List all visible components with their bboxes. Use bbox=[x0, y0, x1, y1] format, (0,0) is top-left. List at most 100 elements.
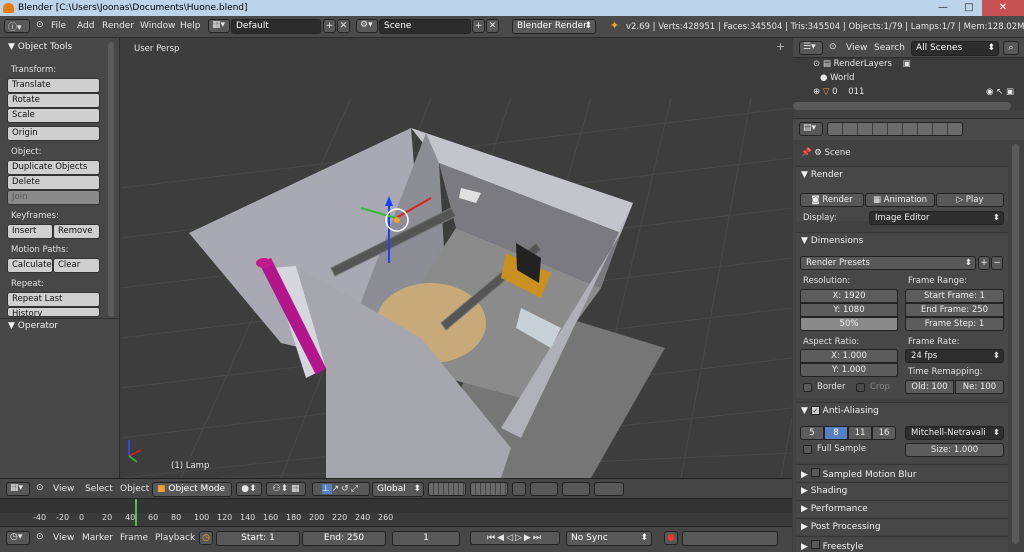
lock-layers-icon[interactable] bbox=[512, 482, 526, 496]
time-remap-old-field[interactable]: Old: 100 bbox=[905, 380, 954, 394]
rotate-button[interactable]: Rotate bbox=[7, 93, 100, 108]
insert-keyframe-button[interactable]: Insert bbox=[7, 224, 53, 239]
timeline-editor-type-icon[interactable]: ◷▾ bbox=[6, 531, 30, 545]
repeat-last-button[interactable]: Repeat Last bbox=[7, 292, 100, 307]
toggle-properties-icon[interactable]: + bbox=[776, 40, 785, 53]
menu-window[interactable]: Window bbox=[140, 21, 176, 31]
editor-type-icon[interactable]: ⓘ▾ bbox=[4, 19, 30, 33]
timeline-menu-marker[interactable]: Marker bbox=[82, 533, 113, 543]
menu-add[interactable]: Add bbox=[77, 21, 94, 31]
anti-aliasing-panel-header[interactable]: ▼ ✓ Anti-Aliasing bbox=[801, 406, 879, 416]
duplicate-objects-button[interactable]: Duplicate Objects bbox=[7, 160, 100, 175]
join-button[interactable]: Join bbox=[7, 190, 100, 205]
outliner-item-object[interactable]: ⊕ ▽ 0 011 ◉ ↖ ▣ bbox=[813, 87, 1018, 100]
add-scene-icon[interactable]: + bbox=[472, 19, 485, 33]
operator-header[interactable]: ▼ Operator bbox=[8, 321, 58, 331]
lamp-origin[interactable] bbox=[394, 217, 400, 223]
border-checkbox[interactable] bbox=[803, 383, 812, 392]
freestyle-checkbox[interactable] bbox=[810, 540, 820, 549]
origin-button[interactable]: Origin bbox=[7, 126, 100, 141]
mode-dropdown[interactable]: ■ Object Mode bbox=[152, 482, 232, 497]
frame-rate-dropdown[interactable]: 24 fps ⬍ bbox=[905, 349, 1004, 363]
properties-context-tabs[interactable] bbox=[827, 122, 963, 136]
minimize-button[interactable]: — bbox=[930, 0, 956, 16]
clear-paths-button[interactable]: Clear bbox=[53, 258, 100, 273]
close-button[interactable]: ✕ bbox=[982, 0, 1024, 16]
layer-buttons-1[interactable] bbox=[428, 482, 466, 496]
remove-screen-icon[interactable]: ✕ bbox=[337, 19, 350, 33]
preview-range-icon[interactable]: ◷ bbox=[199, 531, 213, 545]
resolution-y-field[interactable]: Y: 1080 bbox=[800, 303, 898, 317]
viewport-menu-view[interactable]: View bbox=[53, 484, 74, 494]
aa-samples-11[interactable]: 11 bbox=[848, 426, 872, 440]
render-engine-dropdown[interactable]: Blender Render ⬍ bbox=[512, 19, 596, 34]
remove-preset-icon[interactable]: − bbox=[991, 256, 1003, 270]
scale-button[interactable]: Scale bbox=[7, 108, 100, 123]
frame-step-field[interactable]: Frame Step: 1 bbox=[905, 317, 1004, 331]
animation-button[interactable]: ▦ Animation bbox=[865, 193, 935, 207]
playback-controls[interactable]: ⏮◀◁▷▶⏭ bbox=[470, 531, 560, 545]
object-tools-header[interactable]: ▼ Object Tools bbox=[8, 42, 72, 52]
motion-blur-checkbox[interactable] bbox=[810, 468, 820, 477]
screen-layout-field[interactable]: Default bbox=[231, 19, 321, 34]
outliner-menu-search[interactable]: Search bbox=[874, 43, 905, 53]
viewport-menu-object[interactable]: Object bbox=[120, 484, 149, 494]
menu-render[interactable]: Render bbox=[102, 21, 134, 31]
outliner-item-renderlayers[interactable]: ⊙ ▤ RenderLayers ▣ bbox=[813, 59, 911, 72]
add-preset-icon[interactable]: + bbox=[978, 256, 990, 270]
timeline-menu-toggle-icon[interactable]: ⊙ bbox=[36, 532, 44, 542]
start-frame-field-props[interactable]: Start Frame: 1 bbox=[905, 289, 1004, 303]
aa-samples-8[interactable]: 8 bbox=[824, 426, 848, 440]
end-frame-field[interactable]: End: 250 bbox=[302, 531, 386, 546]
end-frame-field-props[interactable]: End Frame: 250 bbox=[905, 303, 1004, 317]
keying-set-field[interactable] bbox=[682, 531, 778, 546]
post-processing-panel[interactable]: ▶ Post Processing bbox=[796, 518, 1008, 535]
aspect-y-field[interactable]: Y: 1.000 bbox=[800, 363, 898, 377]
outliner-search-icon[interactable]: ⌕ bbox=[1003, 41, 1019, 55]
translate-button[interactable]: Translate bbox=[7, 78, 100, 93]
calculate-paths-button[interactable]: Calculate bbox=[7, 258, 53, 273]
resolution-percentage-field[interactable]: 50% bbox=[800, 317, 898, 331]
add-screen-icon[interactable]: + bbox=[323, 19, 336, 33]
performance-panel[interactable]: ▶ Performance bbox=[796, 500, 1008, 517]
history-button[interactable]: History bbox=[7, 307, 100, 317]
render-presets-dropdown[interactable]: Render Presets ⬍ bbox=[800, 256, 976, 270]
screen-layout-icon[interactable]: ▦▾ bbox=[208, 19, 230, 33]
timeline-area[interactable]: -40 -20 0 20 40 60 80 100 120 140 160 180 200 220 240 2… bbox=[0, 498, 792, 527]
remove-keyframe-button[interactable]: Remove bbox=[53, 224, 100, 239]
shading-panel[interactable]: ▶ Shading bbox=[796, 482, 1008, 499]
aa-samples-16[interactable]: 16 bbox=[872, 426, 896, 440]
maximize-button[interactable]: □ bbox=[956, 0, 982, 16]
delete-button[interactable]: Delete bbox=[7, 175, 100, 190]
scene-icon[interactable]: ⚙▾ bbox=[356, 19, 378, 33]
aa-samples-5[interactable]: 5 bbox=[800, 426, 824, 440]
current-frame-field[interactable]: 1 bbox=[392, 531, 460, 546]
aspect-x-field[interactable]: X: 1.000 bbox=[800, 349, 898, 363]
pivot-dropdown[interactable]: ⚇⬍ ▦ bbox=[266, 482, 306, 496]
full-sample-checkbox[interactable] bbox=[803, 445, 812, 454]
shading-dropdown[interactable]: ●⬍ bbox=[236, 482, 262, 496]
opengl-render-icon[interactable] bbox=[594, 482, 624, 496]
viewport-editor-type-icon[interactable]: ▦▾ bbox=[6, 482, 30, 496]
scene-field[interactable]: Scene bbox=[379, 19, 471, 34]
outliner-editor-type-icon[interactable]: ☰▾ bbox=[799, 41, 823, 55]
display-dropdown[interactable]: Image Editor ⬍ bbox=[869, 211, 1004, 225]
start-frame-field[interactable]: Start: 1 bbox=[216, 531, 300, 546]
freestyle-panel[interactable]: ▶ Freestyle bbox=[796, 536, 1008, 552]
resolution-x-field[interactable]: X: 1920 bbox=[800, 289, 898, 303]
outliner-display-dropdown[interactable]: All Scenes ⬍ bbox=[911, 41, 999, 56]
viewport-menu-select[interactable]: Select bbox=[85, 484, 113, 494]
aa-size-field[interactable]: Size: 1.000 bbox=[905, 443, 1004, 457]
time-remap-new-field[interactable]: Ne: 100 bbox=[955, 380, 1004, 394]
outliner-menu-view[interactable]: View bbox=[846, 43, 867, 53]
motion-blur-panel[interactable]: ▶ Sampled Motion Blur bbox=[796, 464, 1008, 481]
properties-scrollbar[interactable] bbox=[1012, 144, 1019, 544]
timeline-menu-frame[interactable]: Frame bbox=[120, 533, 148, 543]
outliner-item-world[interactable]: ● World bbox=[820, 73, 854, 86]
3d-viewport[interactable]: User Persp (1) Lamp + bbox=[121, 38, 792, 478]
timeline-menu-view[interactable]: View bbox=[53, 533, 74, 543]
menu-help[interactable]: Help bbox=[180, 21, 201, 31]
play-button[interactable]: ▷ Play bbox=[936, 193, 1004, 207]
info-menu-toggle-icon[interactable]: ⊙ bbox=[36, 20, 44, 30]
timeline-menu-playback[interactable]: Playback bbox=[155, 533, 195, 543]
